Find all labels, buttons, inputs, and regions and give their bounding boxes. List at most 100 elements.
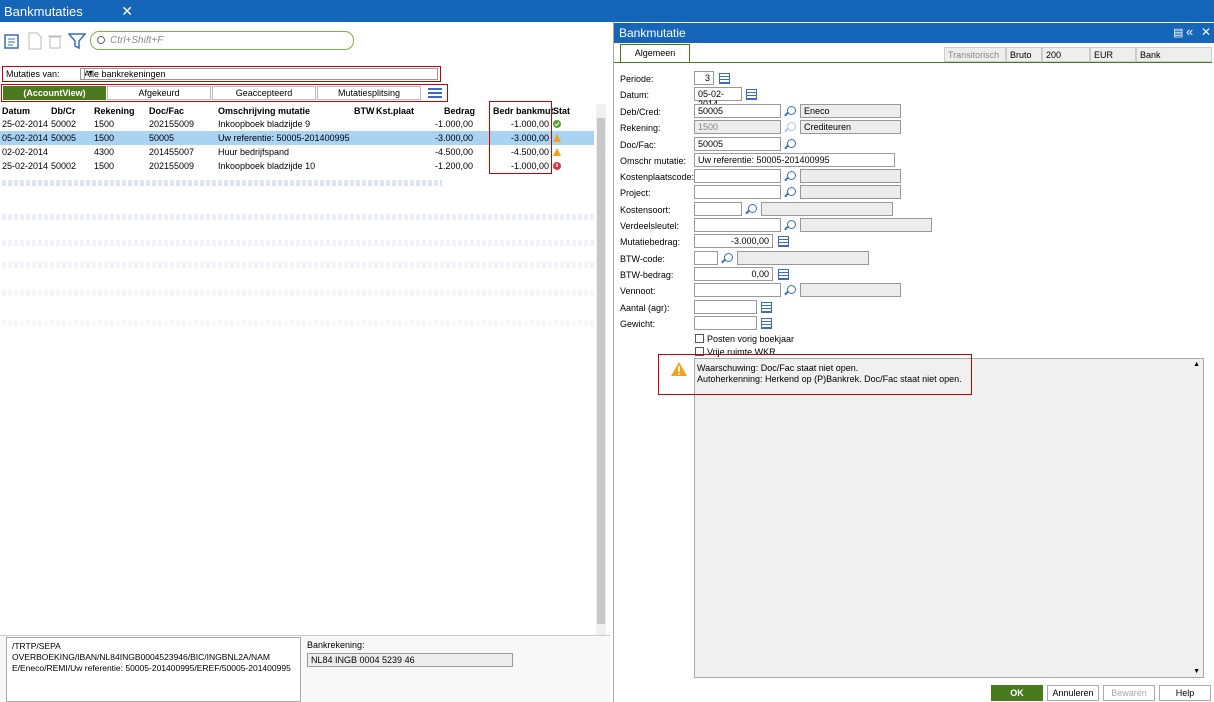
tab-mutatiesplitsing[interactable]: Mutatiesplitsing [317,86,421,100]
periode-field[interactable]: 3 [694,71,714,85]
cell-rekening[interactable]: 4300 [94,147,114,157]
aantal-field[interactable] [694,300,757,314]
label-datum: Datum: [620,90,650,100]
col-header-datum[interactable]: Datum [2,106,30,116]
cell-bedrag[interactable]: -1.200,00 [435,161,473,171]
close-icon[interactable]: ✕ [121,3,133,20]
verdeel-field[interactable] [694,218,781,232]
cell-bedrag[interactable]: -4.500,00 [435,147,473,157]
col-header-btw[interactable]: BTW [354,106,375,116]
calculator-icon[interactable] [761,302,772,313]
filter-label: Mutaties van: [6,69,60,79]
bank-account-select[interactable]: Alle bankrekeningen ▼ [80,68,438,80]
debcred-field[interactable]: 50005 [694,104,781,118]
col-header-omschrijving[interactable]: Omschrijving mutatie [218,106,310,116]
status-ok-icon [553,120,561,128]
col-header-stat[interactable]: Stat [553,106,570,116]
layout-icon[interactable]: ▤ [1173,26,1183,39]
label-debcred: Deb/Cred: [620,107,662,117]
tab-accountview[interactable]: (AccountView) [3,86,106,100]
cell-docfac[interactable]: 202155009 [149,161,194,171]
cell-omschr[interactable]: Inkoopboek bladzijde 9 [218,119,310,129]
cell-datum[interactable]: 25-02-2014 [2,161,48,171]
lookup-icon[interactable] [787,187,796,196]
checkbox-posten-vorig-boekjaar[interactable] [695,334,704,343]
ok-button[interactable]: OK [991,685,1043,701]
calendar-icon[interactable] [746,89,757,100]
project-field[interactable] [694,185,781,199]
col-header-kstplaat[interactable]: Kst.plaat [376,106,414,116]
calculator-icon[interactable] [761,318,772,329]
menu-icon[interactable] [425,86,445,100]
lookup-icon[interactable] [748,204,757,213]
cell-docfac[interactable]: 201455007 [149,147,194,157]
warning-message-box: Waarschuwing: Doc/Fac staat niet open. A… [658,354,972,395]
omschr-field[interactable]: Uw referentie: 50005-201400995 [694,153,895,167]
help-button[interactable]: Help [1159,685,1211,701]
lookup-icon[interactable] [787,106,796,115]
cell-rekening[interactable]: 1500 [94,133,114,143]
close-icon[interactable]: ✕ [1201,25,1211,39]
chevron-down-icon[interactable]: ▼ [84,69,96,80]
lookup-icon[interactable] [787,139,796,148]
col-header-bedrag[interactable]: Bedrag [444,106,475,116]
search-input[interactable]: Ctrl+Shift+F [90,31,354,50]
cell-bedrag[interactable]: -1.000,00 [435,119,473,129]
cell-docfac[interactable]: 202155009 [149,119,194,129]
label-kostenplaats: Kostenplaatscode: [620,172,695,182]
cell-dbcr[interactable]: 50002 [51,119,76,129]
status-error-icon [553,162,561,170]
cell-omschr[interactable]: Inkoopboek bladzijde 10 [218,161,315,171]
lookup-icon[interactable] [787,171,796,180]
btwcode-name-field [737,251,869,265]
lookup-icon[interactable] [787,285,796,294]
docfac-field[interactable]: 50005 [694,137,781,151]
autoherkenning-message: Autoherkenning: Herkend op (P)Bankrek. D… [697,374,962,384]
kostenplaats-field[interactable] [694,169,781,183]
cell-datum[interactable]: 25-02-2014 [2,119,48,129]
calendar-icon[interactable] [719,73,730,84]
tab-afgekeurd[interactable]: Afgekeurd [107,86,211,100]
collapse-icon[interactable]: « [1186,24,1193,39]
placeholder-row [2,262,602,268]
kostensoort-field[interactable] [694,202,742,216]
col-header-dbcr[interactable]: Db/Cr [51,106,76,116]
new-document-icon[interactable] [26,32,44,50]
rekening-name-field: Crediteuren [800,120,901,134]
btwbedrag-field[interactable]: 0,00 [694,267,773,281]
cell-datum[interactable]: 05-02-2014 [2,133,48,143]
scroll-up-icon[interactable]: ▲ [1193,361,1200,368]
bank-memo-text[interactable]: /TRTP/SEPA OVERBOEKING/IBAN/NL84INGB0004… [6,637,301,702]
lookup-icon[interactable] [724,253,733,262]
memo-line: OVERBOEKING/IBAN/NL84INGB0004523946/BIC/… [12,652,270,662]
cell-omschr[interactable]: Uw referentie: 50005-201400995 [218,133,350,143]
cell-bedrag[interactable]: -3.000,00 [435,133,473,143]
cell-omschr[interactable]: Huur bedrijfspand [218,147,289,157]
cell-rekening[interactable]: 1500 [94,119,114,129]
cell-rekening[interactable]: 1500 [94,161,114,171]
filter-icon[interactable] [68,32,86,50]
tab-algemeen[interactable]: Algemeen [620,44,690,63]
cell-dbcr[interactable]: 50005 [51,133,76,143]
btwcode-field[interactable] [694,251,718,265]
tab-geaccepteerd[interactable]: Geaccepteerd [212,86,316,100]
cell-datum[interactable]: 02-02-2014 [2,147,48,157]
edit-list-icon[interactable] [4,32,22,50]
calculator-icon[interactable] [778,236,789,247]
vennoot-name-field [800,283,901,297]
gewicht-field[interactable] [694,316,757,330]
save-button[interactable]: Bewaren [1103,685,1155,701]
calculator-icon[interactable] [778,269,789,280]
vennoot-field[interactable] [694,283,781,297]
mutatiebedrag-field[interactable]: -3.000,00 [694,234,773,248]
cell-dbcr[interactable]: 50002 [51,161,76,171]
datum-field[interactable]: 05-02-2014 [694,87,742,109]
cell-docfac[interactable]: 50005 [149,133,174,143]
scrollbar-thumb[interactable] [597,118,605,624]
col-header-rekening[interactable]: Rekening [94,106,135,116]
cancel-button[interactable]: Annuleren [1047,685,1099,701]
scroll-down-icon[interactable]: ▼ [1193,668,1200,675]
delete-icon[interactable] [46,32,64,50]
lookup-icon[interactable] [787,220,796,229]
col-header-docfac[interactable]: Doc/Fac [149,106,184,116]
